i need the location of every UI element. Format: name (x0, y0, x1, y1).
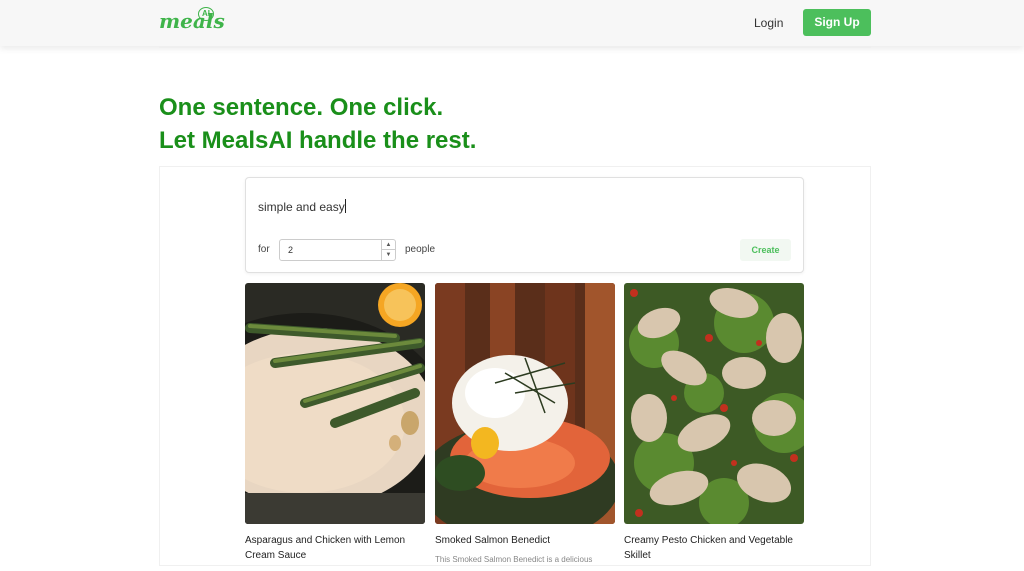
hero-line-2: Let MealsAI handle the rest. (159, 127, 477, 154)
meal-title[interactable]: Asparagus and Chicken with Lemon Cream S… (245, 533, 425, 563)
people-label: people (405, 244, 436, 255)
logo[interactable]: meals (159, 9, 225, 33)
meal-image-asparagus[interactable] (245, 283, 425, 524)
header-divider (159, 46, 871, 48)
hero-heading: One sentence. One click. Let MealsAI han… (159, 91, 476, 157)
hero-line-1: One sentence. One click. (159, 94, 444, 121)
meal-description: This Smoked Salmon Benedict is a delicio… (435, 555, 593, 564)
quantity-stepper[interactable]: ▲ ▼ (381, 240, 395, 260)
for-label: for (258, 244, 270, 255)
people-count-value: 2 (288, 245, 294, 255)
meal-title[interactable]: Creamy Pesto Chicken and Vegetable Skill… (624, 533, 804, 563)
signup-button[interactable]: Sign Up (803, 9, 871, 36)
chevron-down-icon[interactable]: ▼ (382, 250, 395, 260)
text-caret (344, 199, 346, 213)
login-link[interactable]: Login (754, 16, 783, 30)
chevron-up-icon[interactable]: ▲ (382, 240, 395, 250)
logo-ai-badge: AI (198, 7, 214, 21)
create-button[interactable]: Create (740, 239, 791, 261)
meal-image-salmon-benedict[interactable] (435, 283, 615, 524)
people-count-input[interactable]: 2 ▲ ▼ (279, 239, 396, 261)
meal-image-pesto-chicken[interactable] (624, 283, 804, 524)
top-navbar: meals AI Login Sign Up (0, 0, 1024, 46)
prompt-input[interactable]: simple and easy (258, 199, 346, 214)
prompt-text: simple and easy (258, 200, 345, 214)
meal-title[interactable]: Smoked Salmon Benedict (435, 533, 615, 548)
